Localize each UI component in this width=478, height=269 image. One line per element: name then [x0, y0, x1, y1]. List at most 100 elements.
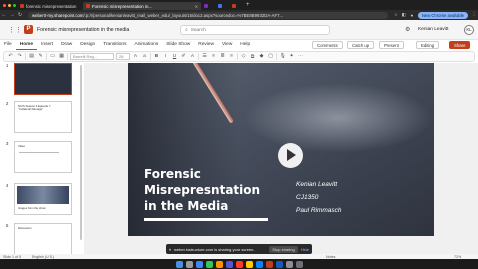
notes-button[interactable]: Notes — [326, 255, 335, 259]
language-status[interactable]: English (U.S.) — [32, 255, 54, 259]
new-slide-icon[interactable]: ▭ — [49, 54, 56, 59]
stop-sharing-button[interactable]: Stop sharing — [269, 245, 298, 253]
slide-title[interactable]: Forensic Misrepresntation in the Media — [144, 166, 260, 214]
zoom-window-button[interactable] — [13, 3, 16, 7]
tab-home[interactable]: Home — [15, 40, 38, 50]
comments-button[interactable]: Comments — [312, 41, 343, 49]
tab-animations[interactable]: Animations — [131, 40, 163, 50]
chrome-update-button[interactable]: New Chrome available — [417, 11, 468, 19]
shape-fill-icon[interactable]: ◆ — [258, 54, 265, 59]
italic-icon[interactable]: I — [162, 54, 169, 59]
format-painter-icon[interactable]: ✎ — [37, 54, 44, 59]
tab-view[interactable]: View — [218, 40, 236, 50]
slide-course[interactable]: CJ1350 — [296, 194, 318, 201]
tab-insert[interactable]: Insert — [37, 40, 57, 50]
present-button[interactable]: Present — [379, 41, 404, 49]
paste-icon[interactable]: ▤ — [28, 54, 35, 59]
word-icon[interactable] — [275, 260, 283, 268]
arrange-icon[interactable]: ⧉ — [249, 54, 256, 60]
zoom-level[interactable]: 72% — [454, 255, 461, 259]
shrink-font-icon[interactable]: a — [141, 54, 148, 59]
font-family-select[interactable]: Barrelli Reg... — [70, 53, 114, 60]
notes-icon[interactable] — [245, 260, 253, 268]
browser-tab[interactable] — [215, 2, 229, 10]
shapes-icon[interactable]: ◇ — [240, 54, 247, 59]
browser-tab[interactable] — [201, 2, 215, 10]
font-size-select[interactable]: 28 — [116, 53, 130, 60]
more-menu-icon[interactable]: ⋮ — [470, 12, 478, 18]
app-launcher-icon[interactable]: ⋮⋮⋮ — [8, 26, 29, 34]
new-tab-button[interactable]: + — [246, 2, 250, 8]
document-title[interactable]: Forensic misrepresentation in the media — [37, 27, 129, 33]
minimize-window-button[interactable] — [8, 3, 11, 7]
app-icon[interactable] — [225, 260, 233, 268]
numbering-icon[interactable]: ≡ — [210, 54, 217, 59]
redo-icon[interactable]: ↷ — [16, 54, 23, 59]
bullets-icon[interactable]: ☰ — [201, 54, 208, 59]
slide-thumbnail-3[interactable]: Video — [14, 141, 72, 173]
slide-author[interactable]: Kenian Leavitt — [296, 181, 337, 188]
reload-icon[interactable]: ↻ — [16, 12, 24, 18]
tab-transitions[interactable]: Transitions — [99, 40, 130, 50]
slide-thumbnail-2[interactable]: NCIS Season 4 Episode 7 "Collateral Dama… — [14, 101, 72, 133]
back-icon[interactable]: ← — [0, 12, 8, 18]
finder-icon[interactable] — [175, 260, 183, 268]
share-button[interactable]: Share — [449, 41, 471, 49]
slide-thumbnail-5[interactable]: Discussion — [14, 223, 72, 255]
url-field[interactable]: weber0-my.sharepoint.com/:p:/r/personal/… — [28, 11, 388, 19]
search-input[interactable]: ⌕ Search — [180, 25, 330, 35]
tab-review[interactable]: Review — [194, 40, 218, 50]
bookmark-star-icon[interactable]: ☆ — [392, 12, 400, 18]
title-underline — [144, 218, 268, 221]
align-center-icon[interactable]: ≡ — [228, 54, 235, 59]
outline-icon[interactable]: ▢ — [267, 54, 274, 59]
thumbnail-scrollbar[interactable] — [80, 65, 82, 240]
trash-icon[interactable] — [295, 260, 303, 268]
editing-mode-button[interactable]: Editing — [416, 41, 440, 49]
home-toolbar: ↶ ↷ ▤ ✎ ▭ ▦ Barrelli Reg... 28 A a B I U… — [3, 51, 475, 62]
powerpoint-icon[interactable] — [265, 260, 273, 268]
hide-banner-button[interactable]: Hide — [301, 247, 309, 252]
slide-instructor[interactable]: Paul Rimmasch — [296, 207, 342, 214]
settings-icon[interactable] — [285, 260, 293, 268]
undo-icon[interactable]: ↶ — [7, 54, 14, 59]
browser-tab[interactable] — [229, 2, 243, 10]
tab-draw[interactable]: Draw — [57, 40, 76, 50]
underline-icon[interactable]: U — [171, 54, 178, 59]
play-video-icon[interactable] — [278, 143, 303, 168]
font-color-icon[interactable]: A — [189, 54, 196, 59]
layout-icon[interactable]: ▦ — [58, 54, 65, 59]
avatar[interactable]: KL — [464, 25, 474, 35]
slide-canvas[interactable]: Forensic Misrepresntation in the Media K… — [128, 63, 434, 236]
tab-design[interactable]: Design — [76, 40, 99, 50]
launchpad-icon[interactable] — [185, 260, 193, 268]
settings-gear-icon[interactable]: ⚙ — [405, 26, 410, 33]
messages-icon[interactable] — [205, 260, 213, 268]
slide-thumbnail-1[interactable] — [14, 63, 72, 95]
chrome-icon[interactable] — [195, 260, 203, 268]
browser-tab[interactable]: forensic misrepresentation — [17, 2, 83, 10]
tab-help[interactable]: Help — [236, 40, 254, 50]
dictate-icon[interactable]: 🎙 — [279, 54, 286, 59]
close-window-button[interactable] — [3, 3, 6, 7]
align-left-icon[interactable]: ≣ — [219, 54, 226, 59]
calendar-icon[interactable] — [235, 260, 243, 268]
close-tab-icon[interactable]: ✕ — [195, 4, 198, 9]
grow-font-icon[interactable]: A — [132, 54, 139, 59]
ribbon-tabs: File Home Insert Draw Design Transitions… — [0, 40, 478, 50]
highlight-icon[interactable]: ✐ — [180, 54, 187, 59]
tab-file[interactable]: File — [0, 40, 16, 50]
browser-tab-active[interactable]: Forensic misrepresentation in... ✕ — [83, 2, 201, 10]
catch-up-button[interactable]: Catch up — [347, 41, 375, 49]
designer-icon[interactable]: ✦ — [288, 54, 295, 59]
more-options-icon[interactable]: ⋯ — [297, 54, 304, 59]
extensions-icon[interactable]: ◧ — [400, 12, 408, 18]
app-store-icon[interactable] — [255, 260, 263, 268]
profile-icon[interactable]: ● — [408, 13, 416, 18]
photos-icon[interactable] — [215, 260, 223, 268]
slide-thumbnail-4[interactable]: Images from the show — [14, 183, 72, 215]
tab-slide-show[interactable]: Slide Show — [162, 40, 194, 50]
forward-icon[interactable]: → — [8, 12, 16, 18]
bold-icon[interactable]: B — [153, 54, 160, 59]
slide-number: 1 — [6, 63, 9, 68]
